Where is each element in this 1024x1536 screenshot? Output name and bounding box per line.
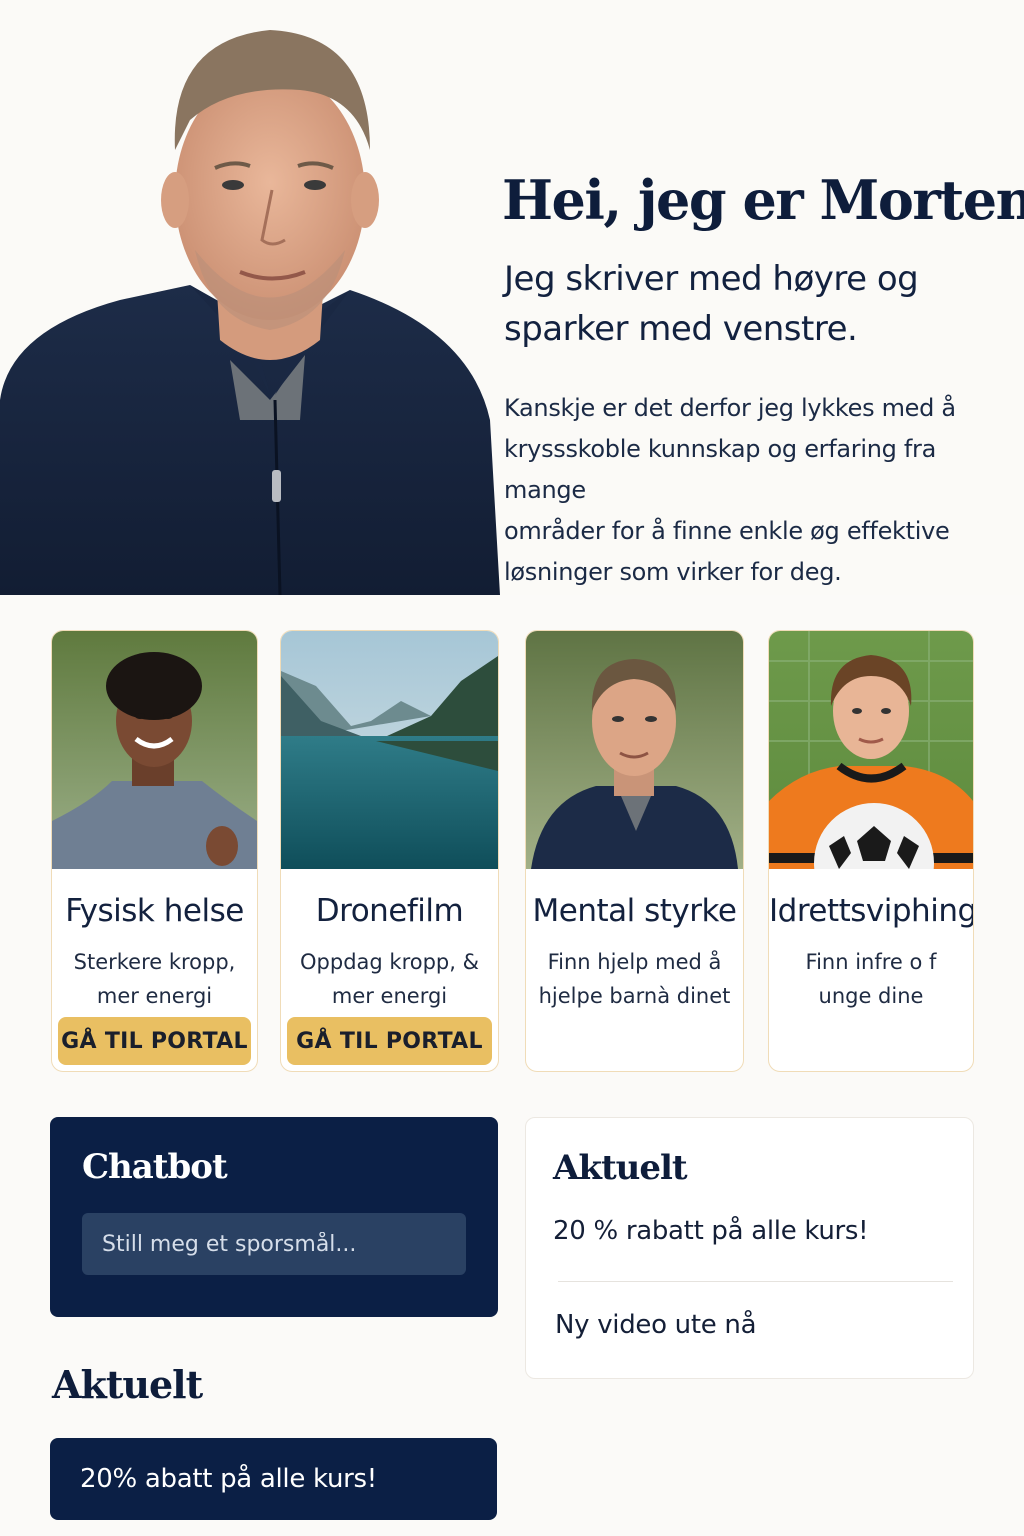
hero-title: Hei, jeg er Morten. — [502, 168, 1024, 232]
card-idrettsviphing: Idrettsviphing Finn infre o f unge dine — [768, 630, 974, 1072]
card-title: Mental styrke — [532, 893, 737, 929]
card-title: Dronefilm — [315, 893, 464, 929]
card-photo-boy-football — [769, 631, 973, 869]
page: Hei, jeg er Morten. Jeg skriver med høyr… — [0, 0, 1024, 1536]
card-photo-man — [526, 631, 743, 869]
card-description-line: Sterkere kropp, — [73, 950, 236, 974]
news-panel-title: Aktuelt — [553, 1148, 688, 1188]
hero-subtitle-line: sparker med venstre. — [504, 309, 858, 349]
card-description-line: mer energi — [96, 984, 213, 1008]
hero-body-line: områder for å finne enkle øg effektive — [504, 517, 950, 545]
news-panel: Aktuelt 20 % rabatt på alle kurs! Ny vid… — [525, 1117, 974, 1379]
card-description: Oppdag kropp, & mer energi — [289, 945, 490, 1013]
card-fysisk-helse: Fysisk helse Sterkere kropp, mer energi … — [51, 630, 258, 1072]
hero-section: Hei, jeg er Morten. Jeg skriver med høyr… — [0, 0, 1024, 595]
card-description: Sterkere kropp, mer energi — [60, 945, 249, 1013]
card-description: Finn hjelp med å hjelpe barnà dinet — [534, 945, 735, 1013]
card-description: Finn infre o f unge dine — [777, 945, 965, 1013]
chatbot-input[interactable] — [82, 1213, 466, 1275]
hero-subtitle-line: Jeg skriver med høyre og — [504, 259, 919, 299]
chatbot-title: Chatbot — [82, 1147, 228, 1187]
card-title: Idrettsviphing — [769, 893, 974, 929]
news-item-link[interactable]: 20 % rabatt på alle kurs! — [553, 1216, 869, 1246]
hero-body-text: Kanskje er det derfor jeg lykkes med å k… — [504, 388, 1017, 593]
card-dronefilm: Dronefilm Oppdag kropp, & mer energi GÅ … — [280, 630, 499, 1072]
bottom-news-title: Aktuelt — [52, 1362, 203, 1407]
card-mental-styrke: Mental styrke Finn hjelp med å hjelpe ba… — [525, 630, 744, 1072]
news-divider — [558, 1281, 953, 1282]
card-description-line: Finn hjelp med å — [547, 950, 722, 974]
card-description-line: mer energi — [331, 984, 448, 1008]
hero-text-block: Hei, jeg er Morten. Jeg skriver med høyr… — [502, 168, 1024, 593]
promo-banner[interactable]: 20% abatt på alle kurs! — [50, 1438, 497, 1520]
hero-body-line: kryssskoble kunnskap og erfaring fra man… — [504, 435, 937, 504]
hero-body-line: Kanskje er det derfor jeg lykkes med å — [504, 394, 956, 422]
card-description-line: hjelpe barnà dinet — [538, 984, 731, 1008]
hero-body-line: løsninger som virker for deg. — [504, 558, 842, 586]
card-photo-runner — [52, 631, 257, 869]
go-to-portal-button[interactable]: GÅ TIL PORTAL — [58, 1017, 251, 1065]
card-photo-fjord — [281, 631, 498, 869]
card-description-line: Oppdag kropp, & — [300, 950, 479, 974]
news-item-link[interactable]: Ny video ute nå — [555, 1310, 757, 1340]
hero-portrait-photo — [0, 0, 500, 595]
card-description-line: unge dine — [818, 984, 924, 1008]
card-title: Fysisk helse — [65, 893, 244, 929]
hero-subtitle: Jeg skriver med høyre og sparker med ven… — [504, 254, 1017, 354]
go-to-portal-button[interactable]: GÅ TIL PORTAL — [287, 1017, 492, 1065]
chatbot-panel: Chatbot — [50, 1117, 498, 1317]
card-description-line: Finn infre o f — [805, 950, 937, 974]
